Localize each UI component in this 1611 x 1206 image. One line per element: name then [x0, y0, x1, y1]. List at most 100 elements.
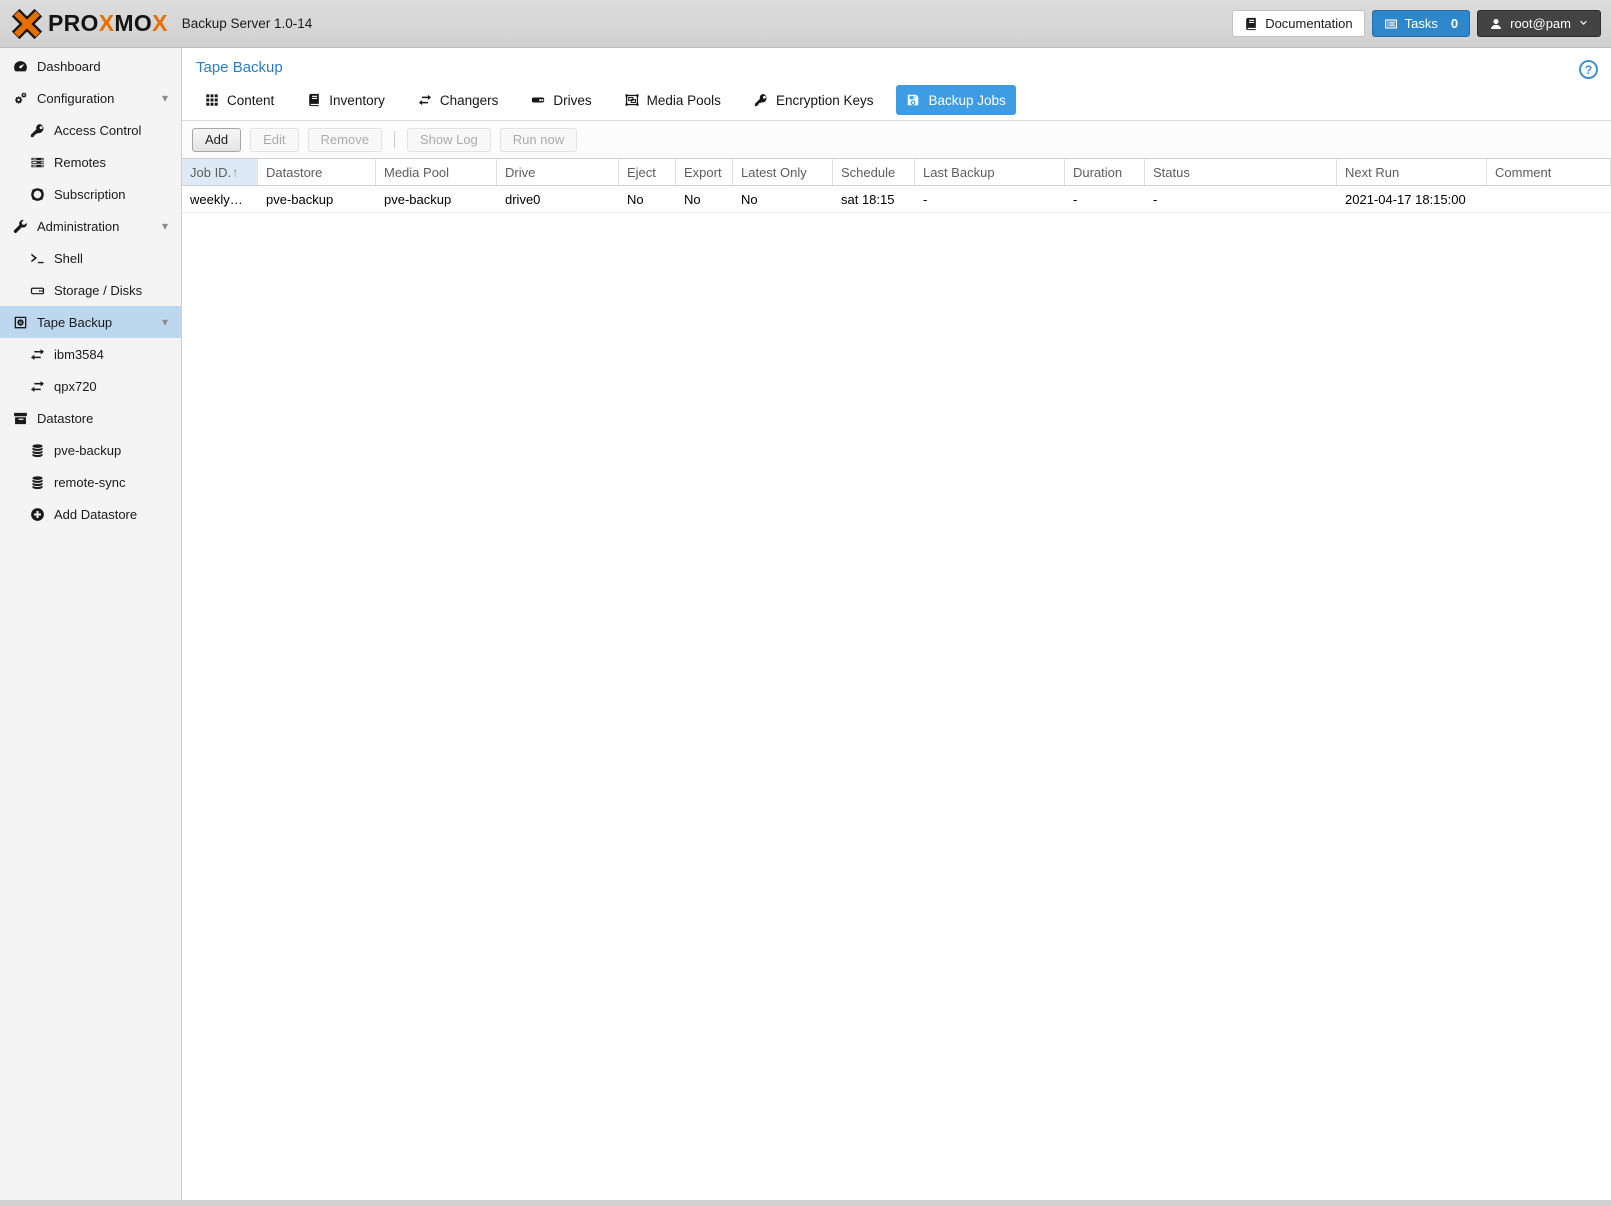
book-icon — [1244, 17, 1258, 31]
header-buttons: Documentation Tasks 0 root@pam — [1232, 10, 1601, 37]
sidebar: Dashboard Configuration ▾ Access Control Rem… — [0, 48, 182, 1200]
object-group-icon — [625, 93, 639, 107]
column-label: Latest Only — [741, 164, 807, 180]
table-row[interactable]: weekly… pve-backup pve-backup drive0 No No No s… — [182, 186, 1611, 213]
column-header-last-backup[interactable]: Last Backup — [915, 159, 1065, 185]
sidebar-item-shell[interactable]: Shell — [0, 242, 181, 274]
tab-media-pools[interactable]: Media Pools — [615, 85, 731, 115]
sidebar-item-subscription[interactable]: Subscription — [0, 178, 181, 210]
sidebar-item-access-control[interactable]: Access Control — [0, 114, 181, 146]
column-header-next-run[interactable]: Next Run — [1337, 159, 1487, 185]
column-header-latest-only[interactable]: Latest Only — [733, 159, 833, 185]
drive-icon — [531, 93, 545, 107]
column-header-job-id[interactable]: Job ID. ↑ — [182, 159, 258, 185]
sidebar-item-label: pve-backup — [54, 442, 122, 458]
sidebar-item-storage-disks[interactable]: Storage / Disks — [0, 274, 181, 306]
run-now-button[interactable]: Run now — [499, 127, 578, 152]
tab-encryption-keys[interactable]: Encryption Keys — [744, 85, 884, 115]
wrench-icon — [12, 219, 28, 234]
sidebar-item-add-datastore[interactable]: Add Datastore — [0, 498, 181, 530]
dashboard-icon — [12, 59, 28, 74]
grid-body: weekly… pve-backup pve-backup drive0 No No No s… — [182, 186, 1611, 213]
tab-label: Encryption Keys — [775, 92, 874, 108]
exchange-icon — [418, 93, 432, 107]
sidebar-item-remote-sync[interactable]: remote-sync — [0, 466, 181, 498]
logo-letter: MO — [114, 10, 153, 36]
column-header-schedule[interactable]: Schedule — [833, 159, 915, 185]
proxmox-wordmark: PRO X MO X — [48, 10, 168, 37]
sidebar-item-ibm3584[interactable]: ibm3584 — [0, 338, 181, 370]
user-icon — [1489, 17, 1503, 31]
column-label: Status — [1153, 164, 1190, 180]
chevron-down-icon[interactable]: ▾ — [162, 219, 168, 233]
sidebar-item-label: qpx720 — [54, 378, 97, 394]
cell-datastore: pve-backup — [266, 191, 334, 207]
column-header-status[interactable]: Status — [1145, 159, 1337, 185]
tab-label: Media Pools — [646, 92, 721, 108]
sidebar-item-qpx720[interactable]: qpx720 — [0, 370, 181, 402]
sidebar-item-datastore[interactable]: Datastore — [0, 402, 181, 434]
proxmox-logo[interactable]: PRO X MO X — [10, 7, 168, 41]
sort-ascending-icon: ↑ — [232, 165, 239, 179]
tab-label: Inventory — [329, 92, 385, 108]
chevron-down-icon[interactable]: ▾ — [162, 91, 168, 105]
column-header-comment[interactable]: Comment — [1487, 159, 1611, 185]
help-icon[interactable]: ? — [1579, 60, 1598, 79]
cell-schedule: sat 18:15 — [841, 191, 895, 207]
sidebar-item-administration[interactable]: Administration ▾ — [0, 210, 181, 242]
save-icon — [906, 93, 920, 107]
exchange-icon — [29, 347, 45, 362]
cell-status: - — [1153, 191, 1158, 207]
tasks-button[interactable]: Tasks 0 — [1371, 10, 1471, 37]
sidebar-item-label: remote-sync — [54, 474, 126, 490]
backup-jobs-grid: Job ID. ↑ Datastore Media Pool Drive Eject Exp… — [182, 159, 1611, 1200]
tab-drives[interactable]: Drives — [521, 85, 601, 115]
chevron-down-icon[interactable]: ▾ — [162, 315, 168, 329]
column-header-drive[interactable]: Drive — [497, 159, 619, 185]
column-label: Comment — [1495, 164, 1552, 180]
remotes-icon — [29, 155, 45, 170]
show-log-button[interactable]: Show Log — [406, 127, 491, 152]
toolbar: Add Edit Remove Show Log Run now — [182, 121, 1611, 159]
column-header-eject[interactable]: Eject — [619, 159, 676, 185]
sidebar-item-remotes[interactable]: Remotes — [0, 146, 181, 178]
plus-circle-icon — [29, 507, 45, 522]
key-icon — [754, 93, 768, 107]
cell-comment — [1487, 186, 1611, 212]
sidebar-item-pve-backup[interactable]: pve-backup — [0, 434, 181, 466]
column-header-datastore[interactable]: Datastore — [258, 159, 376, 185]
sidebar-item-label: Access Control — [54, 122, 142, 138]
column-header-export[interactable]: Export — [676, 159, 733, 185]
proxmox-logo-icon — [10, 7, 44, 41]
product-version: Backup Server 1.0-14 — [181, 16, 313, 31]
documentation-button[interactable]: Documentation — [1232, 10, 1365, 37]
cell-duration: - — [1073, 191, 1078, 207]
user-menu-button[interactable]: root@pam — [1477, 10, 1601, 37]
edit-button[interactable]: Edit — [250, 127, 299, 152]
documentation-label: Documentation — [1265, 16, 1353, 31]
tab-inventory[interactable]: Inventory — [297, 85, 395, 115]
column-label: Duration — [1073, 164, 1123, 180]
tab-changers[interactable]: Changers — [408, 85, 509, 115]
user-label: root@pam — [1510, 16, 1571, 31]
cell-eject: No — [627, 191, 644, 207]
tab-label: Backup Jobs — [928, 92, 1006, 108]
logo-letter: X — [152, 10, 168, 36]
sidebar-item-dashboard[interactable]: Dashboard — [0, 50, 181, 82]
tab-backup-jobs[interactable]: Backup Jobs — [896, 85, 1016, 115]
add-button[interactable]: Add — [192, 127, 242, 152]
tab-content[interactable]: Content — [195, 85, 284, 115]
sidebar-item-tape-backup[interactable]: Tape Backup ▾ — [0, 306, 181, 338]
archive-icon — [12, 411, 28, 426]
column-label: Media Pool — [384, 164, 450, 180]
column-header-duration[interactable]: Duration — [1065, 159, 1145, 185]
database-icon — [29, 443, 45, 458]
sidebar-item-configuration[interactable]: Configuration ▾ — [0, 82, 181, 114]
remove-button[interactable]: Remove — [307, 127, 382, 152]
sidebar-item-label: Storage / Disks — [54, 282, 143, 298]
task-list-icon — [1384, 17, 1398, 31]
page-title: Tape Backup — [196, 59, 283, 76]
column-header-media-pool[interactable]: Media Pool — [376, 159, 497, 185]
key-icon — [29, 123, 45, 138]
column-label: Export — [684, 164, 722, 180]
